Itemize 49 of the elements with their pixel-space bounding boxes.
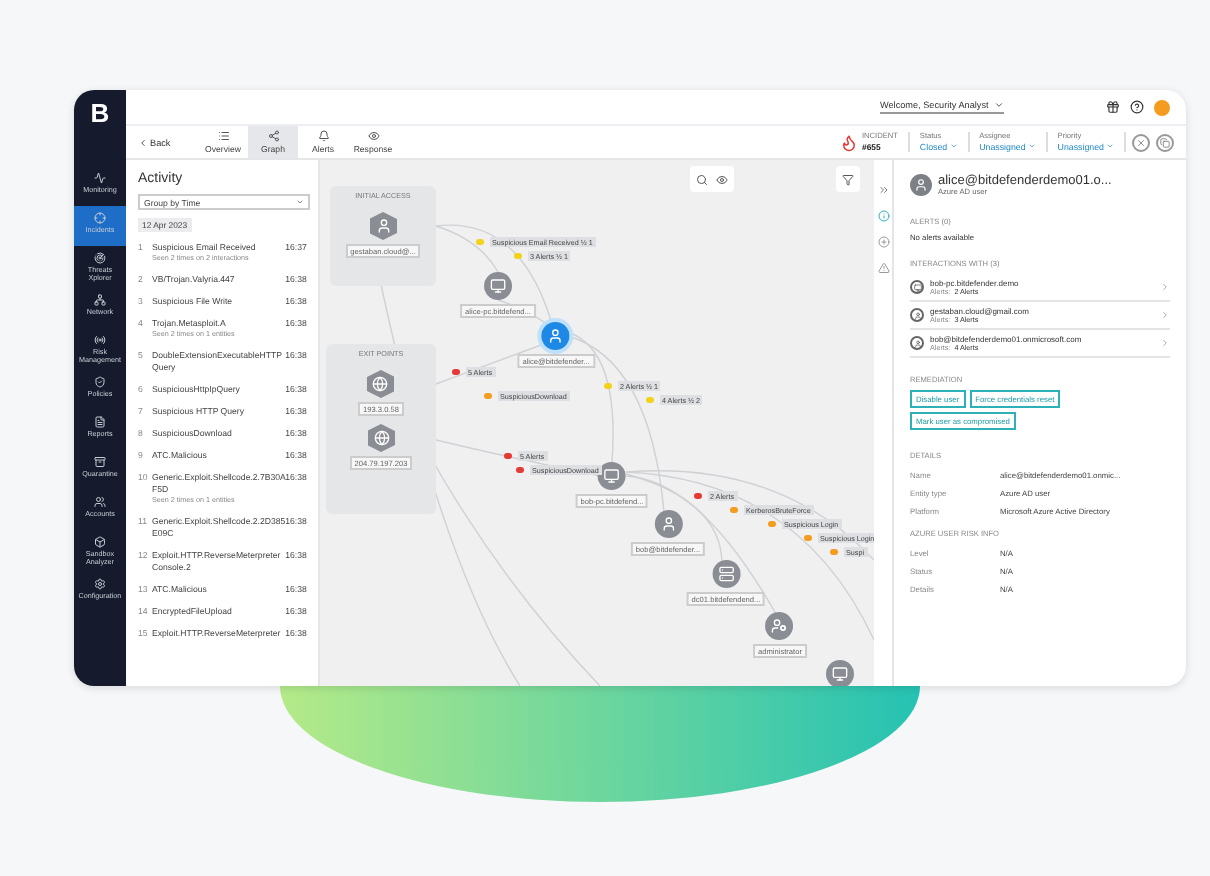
pulse-icon: [94, 172, 106, 184]
monitor-node-icon[interactable]: [826, 660, 854, 686]
bell-icon: [317, 130, 329, 142]
chevron-icon: [1160, 338, 1170, 348]
search-icon[interactable]: [696, 173, 708, 185]
info-icon[interactable]: [877, 210, 889, 222]
user-node-icon[interactable]: [369, 212, 397, 240]
filter-button[interactable]: [836, 166, 860, 192]
gift-icon[interactable]: [1106, 100, 1120, 114]
cube-icon: [94, 536, 106, 548]
chevron-icon: [1160, 282, 1170, 292]
warning-icon[interactable]: [877, 262, 889, 274]
broadcast-icon: [94, 334, 106, 346]
archive-icon: [94, 456, 106, 468]
network-icon: [94, 294, 106, 306]
avatar[interactable]: [1154, 99, 1170, 115]
user-node-icon: [910, 308, 924, 322]
user-node-icon[interactable]: [542, 322, 570, 350]
eye-icon: [367, 130, 379, 142]
monitor-node-icon: [910, 280, 924, 294]
admin-node-icon[interactable]: [766, 612, 794, 640]
monitor-node-icon[interactable]: [598, 462, 626, 490]
document-icon: [94, 416, 106, 428]
user-node-icon[interactable]: [654, 510, 682, 538]
globe-node-icon[interactable]: [367, 424, 395, 452]
help-icon[interactable]: [1130, 100, 1144, 114]
copy-icon: [1160, 137, 1170, 147]
crosshair-icon: [94, 212, 106, 224]
filter-icon: [842, 173, 854, 185]
server-node-icon[interactable]: [712, 560, 740, 588]
chevron-icon: [1160, 310, 1170, 320]
user-avatar: [910, 174, 932, 196]
radar-icon: [94, 252, 106, 264]
eye-icon[interactable]: [716, 173, 728, 185]
shield-icon: [94, 376, 106, 388]
caret-icon: [994, 100, 1004, 110]
users-icon: [94, 496, 106, 508]
chevron-left-icon: [138, 137, 148, 147]
monitor-node-icon[interactable]: [484, 272, 512, 300]
share-icon: [267, 130, 279, 142]
copy-button[interactable]: [1156, 133, 1174, 151]
close-button[interactable]: [1132, 133, 1150, 151]
add-icon[interactable]: [877, 236, 889, 248]
user-node-icon: [910, 336, 924, 350]
globe-node-icon[interactable]: [366, 370, 395, 398]
list-icon: [217, 130, 229, 142]
expand-icon[interactable]: [877, 184, 889, 196]
app-logo: B: [88, 95, 112, 131]
gear-icon: [94, 578, 106, 590]
